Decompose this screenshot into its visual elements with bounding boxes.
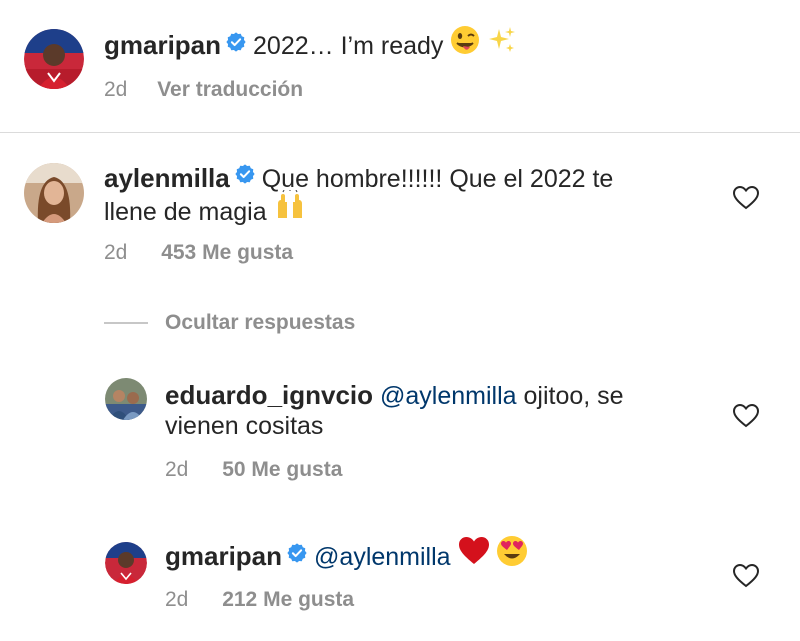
hide-replies-button[interactable]: Ocultar respuestas (165, 311, 355, 335)
winking-face-with-tongue-icon (450, 25, 480, 64)
raising-hands-icon (274, 189, 306, 231)
reply-line-1: gmaripan @aylenmilla (165, 535, 528, 579)
smiling-face-with-heart-eyes-icon (496, 535, 528, 576)
reply-likes[interactable]: 212 Me gusta (222, 588, 354, 611)
reply-mention[interactable]: @aylenmilla (380, 382, 517, 410)
sparkles-icon (487, 25, 517, 64)
reply-meta-row: 2d 212 Me gusta (165, 588, 354, 612)
hide-replies-line (104, 322, 148, 324)
reply-time: 2d (165, 588, 189, 611)
see-translation-button[interactable]: Ver traducción (157, 78, 303, 101)
hide-replies-label: Ocultar respuestas (165, 311, 356, 334)
red-heart-icon (458, 536, 490, 575)
post-caption-text: 2022… I’m ready (253, 32, 444, 61)
verified-badge-icon (225, 28, 247, 62)
post-meta-row: 2d Ver traducción (104, 78, 303, 102)
reply-text-line-2: vienen cositas (165, 412, 324, 440)
comment-author-avatar[interactable] (24, 163, 84, 223)
comment-text-line-1: Que hombre!!!!!! Que el 2022 te (261, 165, 614, 193)
reply-line-2: vienen cositas (165, 409, 323, 443)
comment-likes[interactable]: 453 Me gusta (161, 241, 293, 264)
post-caption-row: gmaripan 2022… I’m ready (104, 25, 517, 67)
post-time: 2d (104, 78, 128, 101)
comment-text-line-2: llene de magia (104, 198, 267, 227)
reply-mention[interactable]: @aylenmilla (314, 543, 451, 571)
verified-badge-icon (286, 539, 308, 573)
reply-author-avatar[interactable] (105, 378, 147, 420)
post-author-avatar[interactable] (24, 29, 84, 89)
reply-text-line-1: ojitoo, se (523, 382, 624, 410)
reply-likes[interactable]: 50 Me gusta (222, 458, 342, 481)
reply-line-1: eduardo_ignvcio @aylenmilla ojitoo, se (165, 378, 624, 413)
reply-meta-row: 2d 50 Me gusta (165, 458, 342, 482)
reply-time: 2d (165, 458, 189, 481)
post-username[interactable]: gmaripan (104, 30, 221, 60)
comment-meta-row: 2d 453 Me gusta (104, 241, 293, 265)
comment-line-1: aylenmilla Que hombre!!!!!! Que el 2022 t… (104, 161, 613, 197)
heart-outline-icon[interactable] (732, 185, 760, 210)
reply-username[interactable]: gmaripan (165, 541, 282, 571)
comment-time: 2d (104, 241, 128, 264)
reply-author-avatar[interactable] (105, 542, 147, 584)
reply-username[interactable]: eduardo_ignvcio (165, 380, 373, 410)
verified-badge-icon (234, 160, 256, 194)
heart-outline-icon[interactable] (732, 403, 760, 428)
comment-line-2: llene de magia (104, 189, 306, 234)
comment-username[interactable]: aylenmilla (104, 163, 230, 193)
heart-outline-icon[interactable] (732, 563, 760, 588)
divider (0, 132, 800, 133)
